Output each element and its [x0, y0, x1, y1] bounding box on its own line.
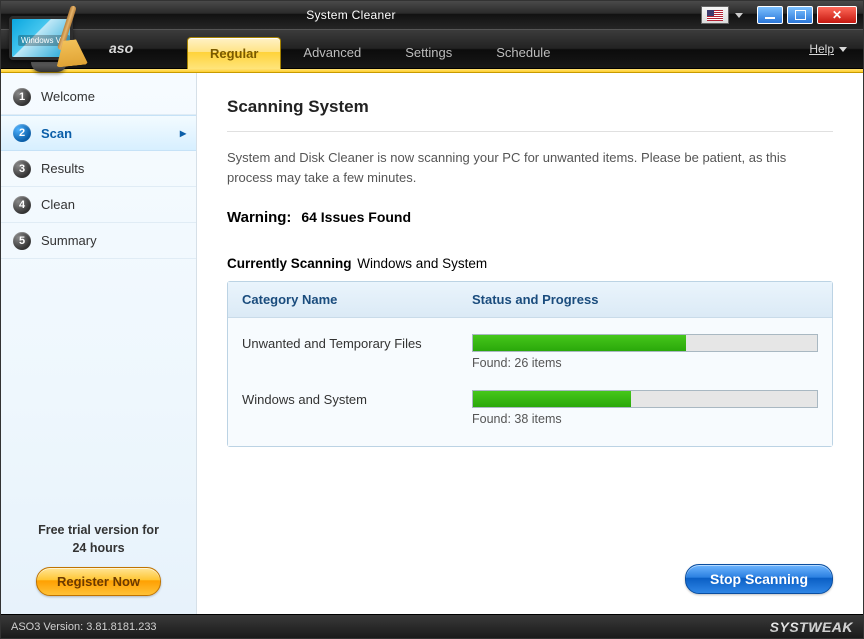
sidebar-item-label: Results — [41, 161, 84, 176]
progress-fill — [473, 335, 686, 351]
trial-text: Free trial version for 24 hours — [13, 522, 184, 557]
tab-advanced[interactable]: Advanced — [281, 37, 383, 69]
sidebar-item-label: Welcome — [41, 89, 95, 104]
window-title: System Cleaner — [1, 8, 701, 22]
chevron-down-icon — [735, 13, 743, 18]
sidebar-item-label: Summary — [41, 233, 97, 248]
sidebar-item-results[interactable]: 3 Results — [1, 151, 196, 187]
main: Scanning System System and Disk Cleaner … — [197, 73, 863, 614]
titlebar-right — [701, 6, 857, 24]
sidebar-item-summary[interactable]: 5 Summary — [1, 223, 196, 259]
sidebar-item-scan[interactable]: 2 Scan — [1, 115, 196, 151]
warning-row: Warning: 64 Issues Found — [227, 209, 833, 226]
found-text: Found: 26 items — [472, 356, 818, 370]
scan-row: Unwanted and Temporary Files Found: 26 i… — [242, 324, 818, 380]
vista-badge: Windows Vis — [18, 35, 70, 46]
row-category: Windows and System — [242, 390, 472, 407]
tab-schedule[interactable]: Schedule — [474, 37, 572, 69]
warning-value: 64 Issues Found — [301, 209, 411, 225]
col-status: Status and Progress — [472, 292, 818, 307]
divider — [227, 131, 833, 132]
step-badge: 3 — [13, 160, 31, 178]
currently-label: Currently Scanning — [227, 256, 352, 271]
row-status: Found: 38 items — [472, 390, 818, 426]
maximize-button[interactable] — [787, 6, 813, 24]
found-text: Found: 38 items — [472, 412, 818, 426]
scan-row: Windows and System Found: 38 items — [242, 380, 818, 436]
scan-panel-body: Unwanted and Temporary Files Found: 26 i… — [228, 318, 832, 446]
step-badge: 2 — [13, 124, 31, 142]
row-category: Unwanted and Temporary Files — [242, 334, 472, 351]
tabs: Regular Advanced Settings Schedule — [187, 36, 572, 68]
language-flag-button[interactable] — [701, 6, 729, 24]
help-label: Help — [809, 42, 834, 56]
help-menu[interactable]: Help — [809, 42, 847, 56]
minimize-button[interactable] — [757, 6, 783, 24]
brand-logo: SYSTWEAK — [770, 619, 853, 635]
progress-bar — [472, 334, 818, 352]
tab-settings[interactable]: Settings — [383, 37, 474, 69]
close-button[interactable] — [817, 6, 857, 24]
step-badge: 4 — [13, 196, 31, 214]
row-status: Found: 26 items — [472, 334, 818, 370]
sidebar-items: 1 Welcome 2 Scan 3 Results 4 Clean 5 S — [1, 73, 196, 259]
version-text: ASO3 Version: 3.81.8181.233 — [11, 621, 157, 633]
warning-label: Warning: — [227, 209, 291, 226]
stop-scanning-button[interactable]: Stop Scanning — [685, 564, 833, 594]
col-category: Category Name — [242, 292, 472, 307]
scan-panel-header: Category Name Status and Progress — [228, 282, 832, 318]
us-flag-icon — [707, 10, 723, 21]
headerbar: Windows Vis aso Regular Advanced Setting… — [1, 29, 863, 69]
register-button[interactable]: Register Now — [36, 567, 161, 596]
page-title: Scanning System — [227, 97, 833, 117]
body: 1 Welcome 2 Scan 3 Results 4 Clean 5 S — [1, 73, 863, 614]
currently-value: Windows and System — [357, 256, 487, 271]
sidebar: 1 Welcome 2 Scan 3 Results 4 Clean 5 S — [1, 73, 197, 614]
sidebar-item-label: Scan — [41, 126, 72, 141]
scan-panel: Category Name Status and Progress Unwant… — [227, 281, 833, 447]
app-window: System Cleaner Windows Vis — [0, 0, 864, 639]
progress-bar — [472, 390, 818, 408]
step-badge: 1 — [13, 88, 31, 106]
trial-box: Free trial version for 24 hours Register… — [1, 512, 196, 614]
currently-scanning: Currently Scanning Windows and System — [227, 256, 833, 271]
step-badge: 5 — [13, 232, 31, 250]
statusbar: ASO3 Version: 3.81.8181.233 SYSTWEAK — [1, 614, 863, 638]
sidebar-item-label: Clean — [41, 197, 75, 212]
progress-fill — [473, 391, 631, 407]
page-description: System and Disk Cleaner is now scanning … — [227, 148, 833, 187]
sidebar-item-clean[interactable]: 4 Clean — [1, 187, 196, 223]
tab-regular[interactable]: Regular — [187, 37, 281, 69]
brand-text: aso — [109, 40, 133, 56]
sidebar-item-welcome[interactable]: 1 Welcome — [1, 79, 196, 115]
titlebar: System Cleaner — [1, 1, 863, 29]
